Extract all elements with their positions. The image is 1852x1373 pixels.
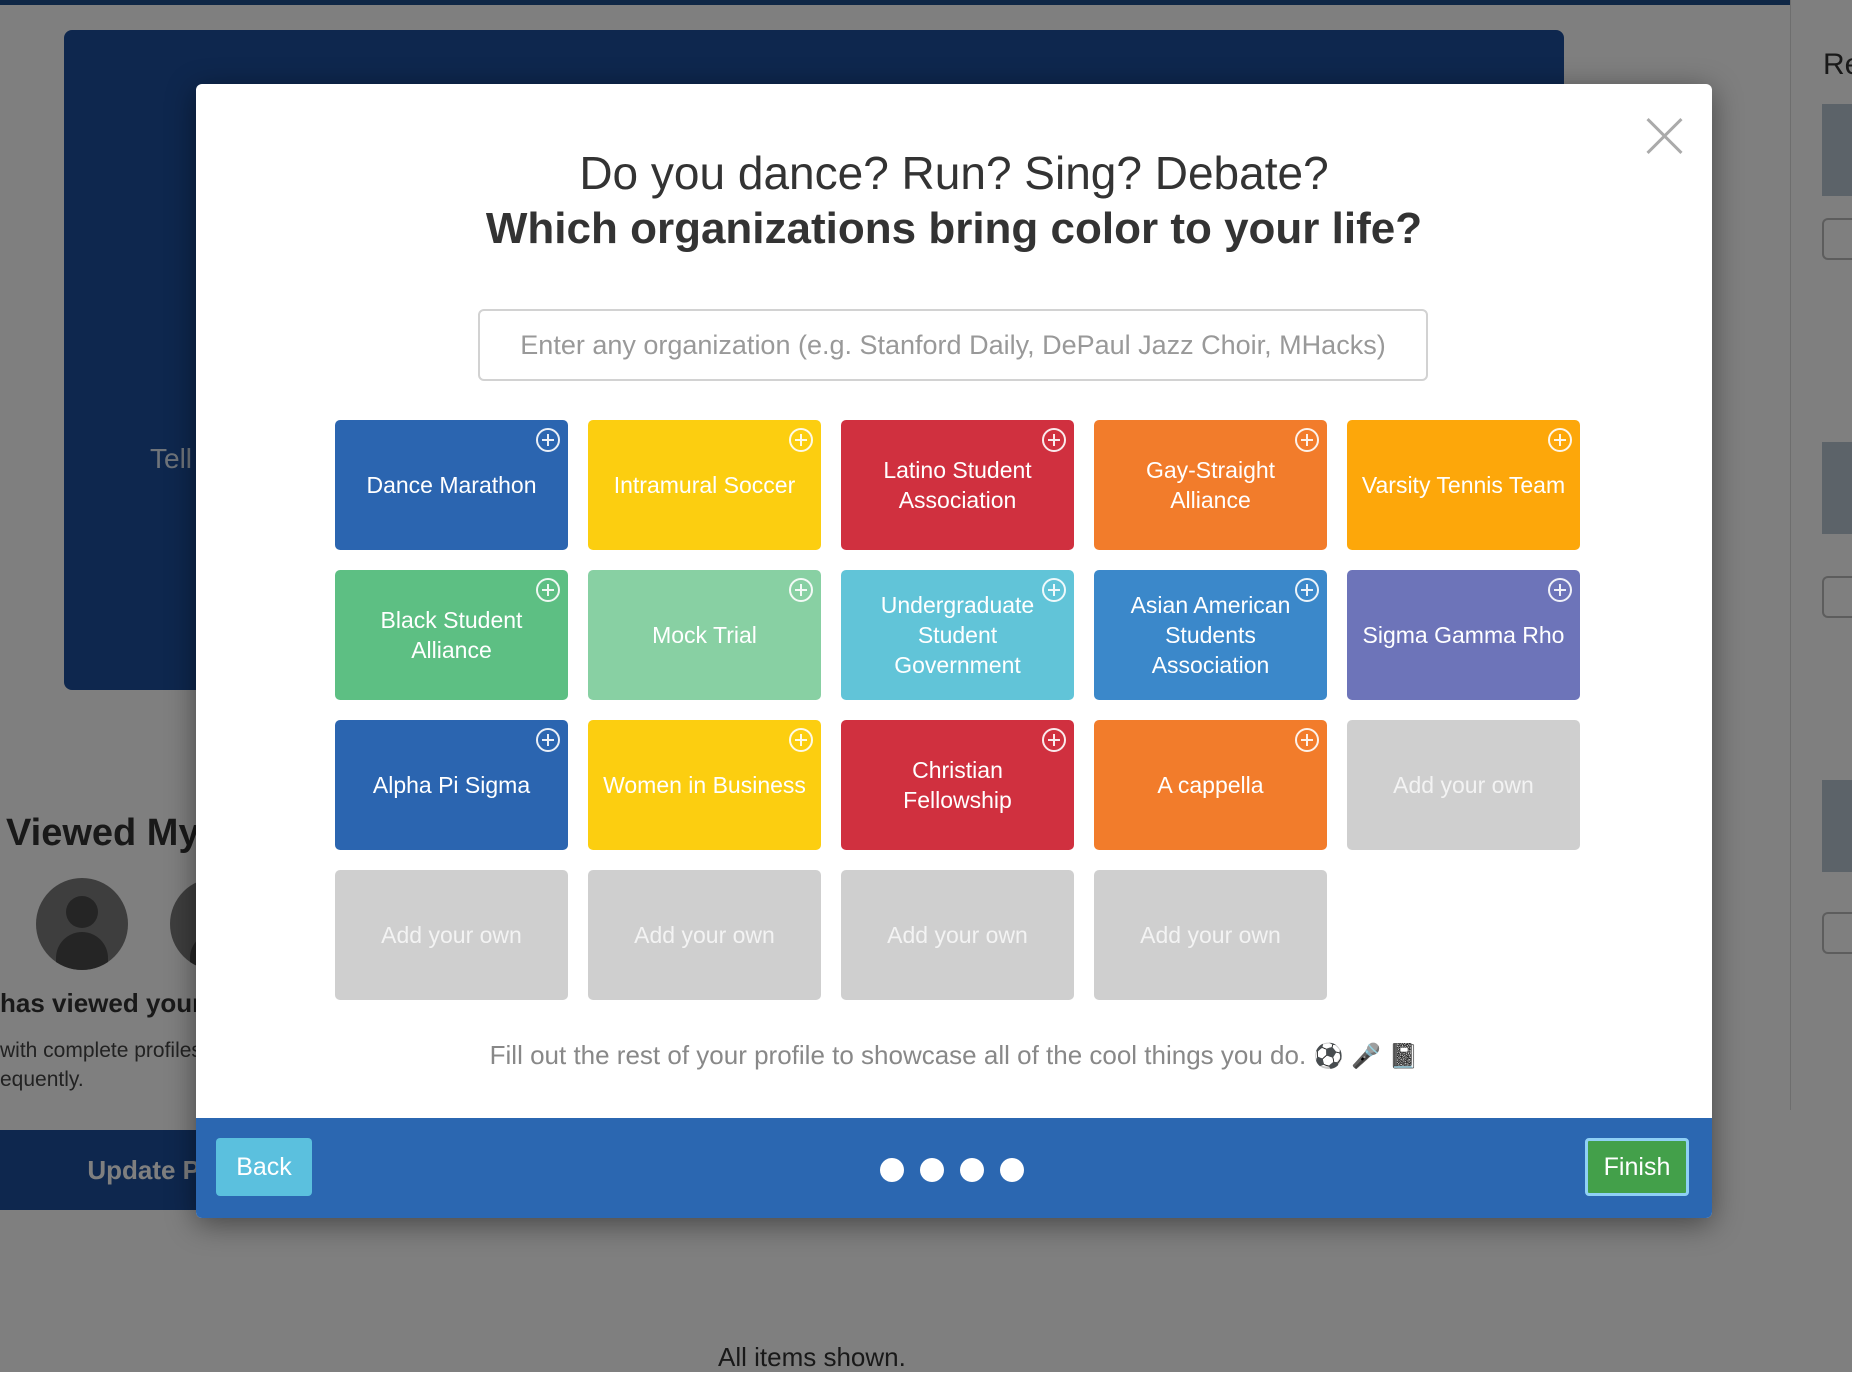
organization-tile-label: Latino Student Association xyxy=(883,457,1032,513)
plus-circle-icon[interactable] xyxy=(1042,428,1066,452)
organization-tile-label: Intramural Soccer xyxy=(613,472,796,498)
organization-tile[interactable]: Women in Business xyxy=(588,720,821,850)
back-button[interactable]: Back xyxy=(216,1138,312,1196)
add-your-own-tile[interactable]: Add your own xyxy=(588,870,821,1000)
organization-tile[interactable]: Asian American Students Association xyxy=(1094,570,1327,700)
organization-grid: Dance Marathon Intramural Soccer Latino St… xyxy=(334,420,1580,1000)
step-dot[interactable] xyxy=(1000,1158,1024,1182)
organization-tile[interactable]: Black Student Alliance xyxy=(335,570,568,700)
organization-tile-label: Women in Business xyxy=(603,772,806,798)
plus-circle-icon[interactable] xyxy=(789,428,813,452)
plus-circle-icon[interactable] xyxy=(1295,728,1319,752)
add-your-own-tile[interactable]: Add your own xyxy=(1347,720,1580,850)
organization-tile-label: A cappella xyxy=(1157,772,1264,798)
organizations-modal: Do you dance? Run? Sing? Debate? Which o… xyxy=(196,84,1712,1218)
plus-circle-icon[interactable] xyxy=(536,578,560,602)
plus-circle-icon[interactable] xyxy=(1295,578,1319,602)
organization-tile-label: Asian American Students Association xyxy=(1130,592,1291,678)
organization-tile-label: Sigma Gamma Rho xyxy=(1362,622,1565,648)
add-your-own-tile[interactable]: Add your own xyxy=(1094,870,1327,1000)
plus-circle-icon[interactable] xyxy=(536,728,560,752)
organization-tile-label: Black Student Alliance xyxy=(380,607,523,663)
organization-search-input[interactable] xyxy=(478,309,1428,381)
organization-tile[interactable]: Undergraduate Student Government xyxy=(841,570,1074,700)
organization-tile-label: Add your own xyxy=(381,922,522,948)
step-dot[interactable] xyxy=(880,1158,904,1182)
add-your-own-tile[interactable]: Add your own xyxy=(841,870,1074,1000)
organization-tile-label: Christian Fellowship xyxy=(903,757,1012,813)
finish-button[interactable]: Finish xyxy=(1585,1138,1689,1196)
plus-circle-icon[interactable] xyxy=(1548,428,1572,452)
organization-tile-label: Varsity Tennis Team xyxy=(1361,472,1566,498)
organization-tile-label: Add your own xyxy=(1393,772,1534,798)
step-indicator xyxy=(880,1158,1040,1182)
modal-title-question: Do you dance? Run? Sing? Debate? xyxy=(579,147,1329,199)
organization-tile[interactable]: Mock Trial xyxy=(588,570,821,700)
organization-tile-label: Add your own xyxy=(887,922,1028,948)
plus-circle-icon[interactable] xyxy=(536,428,560,452)
organization-tile-label: Add your own xyxy=(634,922,775,948)
organization-tile-label: Mock Trial xyxy=(652,622,757,648)
organization-tile-label: Undergraduate Student Government xyxy=(880,592,1035,678)
organization-tile[interactable]: Latino Student Association xyxy=(841,420,1074,550)
plus-circle-icon[interactable] xyxy=(789,578,813,602)
step-dot[interactable] xyxy=(960,1158,984,1182)
organization-tile-label: Alpha Pi Sigma xyxy=(372,772,531,798)
profile-hint-text: Fill out the rest of your profile to sho… xyxy=(489,1040,1307,1070)
plus-circle-icon[interactable] xyxy=(1548,578,1572,602)
plus-circle-icon[interactable] xyxy=(1042,578,1066,602)
step-dot[interactable] xyxy=(920,1158,944,1182)
organization-tile[interactable]: Sigma Gamma Rho xyxy=(1347,570,1580,700)
organization-tile[interactable]: Intramural Soccer xyxy=(588,420,821,550)
profile-hint: Fill out the rest of your profile to sho… xyxy=(196,1040,1712,1071)
add-your-own-tile[interactable]: Add your own xyxy=(335,870,568,1000)
organization-tile[interactable]: Alpha Pi Sigma xyxy=(335,720,568,850)
modal-title-headline: Which organizations bring color to your … xyxy=(485,204,1423,253)
plus-circle-icon[interactable] xyxy=(789,728,813,752)
organization-tile-label: Gay-Straight Alliance xyxy=(1145,457,1276,513)
organization-tile[interactable]: Christian Fellowship xyxy=(841,720,1074,850)
plus-circle-icon[interactable] xyxy=(1042,728,1066,752)
organization-tile-label: Add your own xyxy=(1140,922,1281,948)
organization-tile[interactable]: A cappella xyxy=(1094,720,1327,850)
hint-emoji-icons: ⚽ 🎤 📓 xyxy=(1313,1042,1419,1070)
plus-circle-icon[interactable] xyxy=(1295,428,1319,452)
organization-tile[interactable]: Dance Marathon xyxy=(335,420,568,550)
modal-footer-bar: Back Finish xyxy=(196,1118,1712,1218)
organization-tile-label: Dance Marathon xyxy=(366,472,537,498)
organization-tile[interactable]: Varsity Tennis Team xyxy=(1347,420,1580,550)
organization-tile[interactable]: Gay-Straight Alliance xyxy=(1094,420,1327,550)
